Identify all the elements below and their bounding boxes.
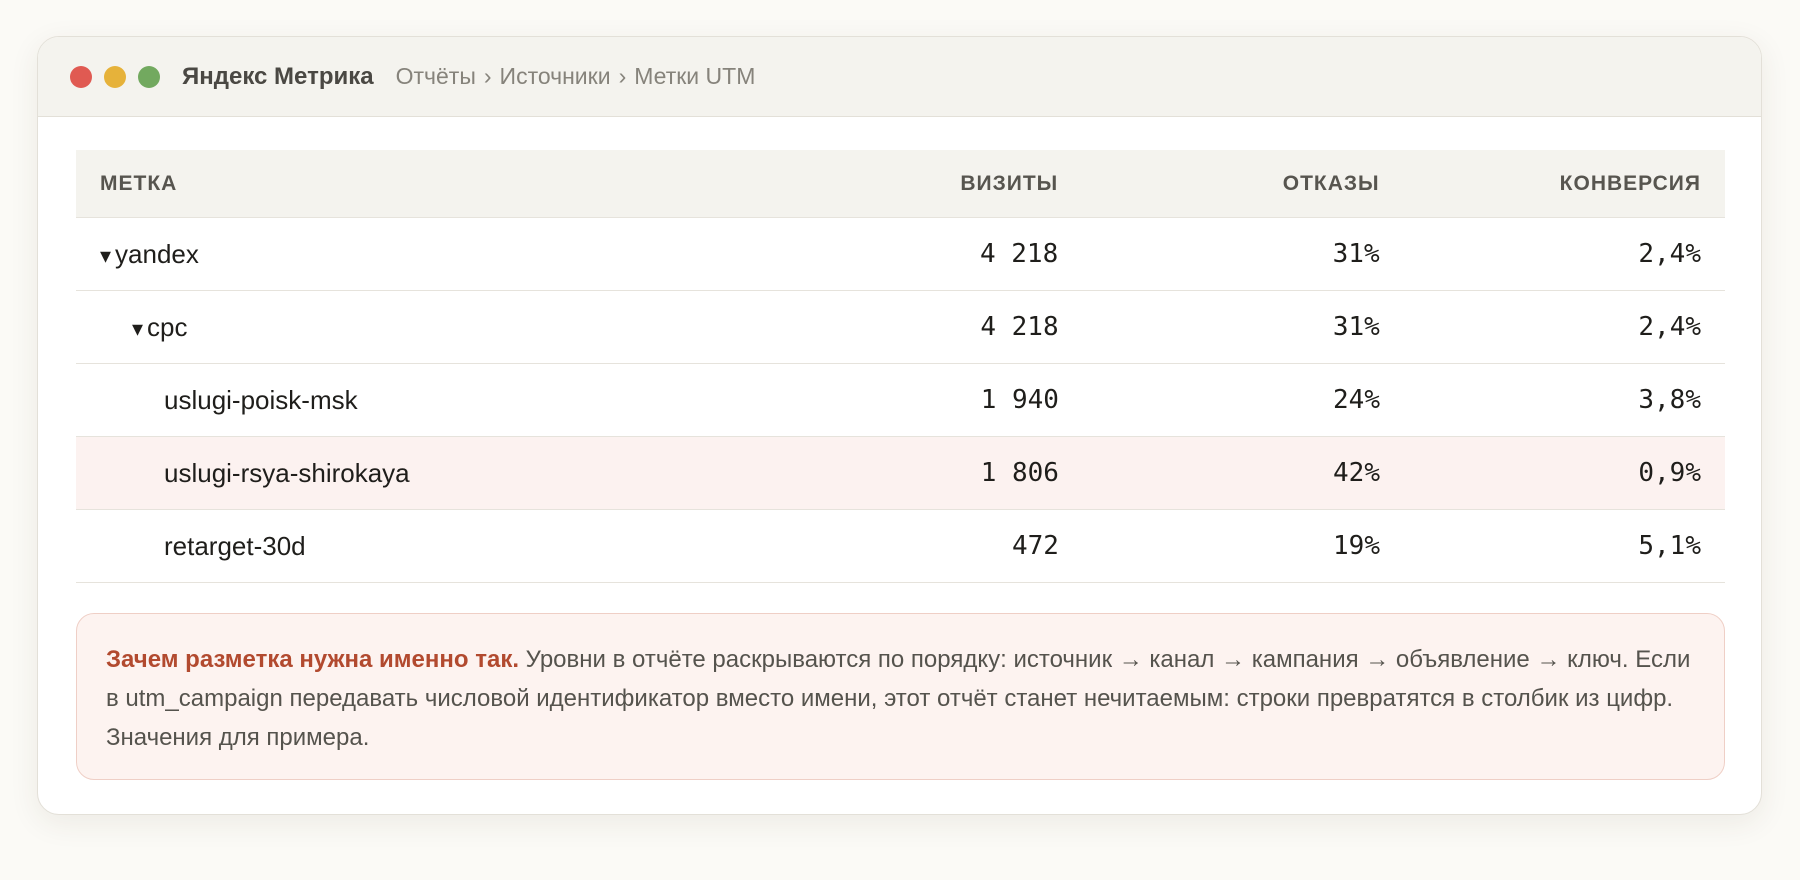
bounce-value: 24% bbox=[1333, 385, 1380, 415]
maximize-window-button[interactable] bbox=[138, 65, 160, 88]
bounce-value: 31% bbox=[1332, 312, 1380, 342]
bounce-value: 19% bbox=[1333, 531, 1380, 561]
conversion-value: 0,9% bbox=[1638, 458, 1701, 488]
conversion-value: 2,4% bbox=[1638, 312, 1702, 342]
table-row[interactable]: ▾ yandex 4 218 31% 2,4% bbox=[76, 218, 1725, 291]
minimize-window-button[interactable] bbox=[104, 65, 126, 88]
info-note: Зачем разметка нужна именно так. Уровни … bbox=[76, 613, 1725, 780]
expand-caret-icon[interactable]: ▾ bbox=[100, 243, 111, 268]
close-window-button[interactable] bbox=[70, 65, 92, 88]
app-title: Яндекс Метрика bbox=[182, 62, 374, 90]
table-row[interactable]: ▾ cpc 4 218 31% 2,4% bbox=[76, 291, 1725, 364]
breadcrumb: Отчёты › Источники › Метки UTM bbox=[396, 63, 756, 90]
table-row-highlighted[interactable]: uslugi-rsya-shirokaya 1 806 42% 0,9% bbox=[76, 437, 1725, 510]
table-header: МЕТКА ВИЗИТЫ ОТКАЗЫ КОНВЕРСИЯ bbox=[76, 150, 1725, 218]
visits-value: 472 bbox=[1012, 531, 1059, 561]
visits-value: 1 806 bbox=[980, 458, 1059, 488]
conversion-value: 3,8% bbox=[1638, 385, 1701, 415]
visits-value: 1 940 bbox=[980, 385, 1059, 415]
breadcrumb-item-utm: Метки UTM bbox=[634, 63, 756, 89]
column-header-conversion[interactable]: КОНВЕРСИЯ bbox=[1380, 172, 1701, 196]
row-label-text: yandex bbox=[115, 238, 199, 269]
bounce-value: 42% bbox=[1333, 458, 1380, 488]
visits-value: 4 218 bbox=[980, 312, 1059, 342]
column-header-visits[interactable]: ВИЗИТЫ bbox=[747, 172, 1059, 196]
row-label-text: uslugi-poisk-msk bbox=[164, 384, 358, 415]
visits-value: 4 218 bbox=[979, 239, 1059, 269]
title-bar: Яндекс Метрика Отчёты › Источники › Метки UT… bbox=[38, 37, 1761, 117]
row-label: ▾ cpc bbox=[100, 312, 747, 343]
row-label: ▾ yandex bbox=[100, 239, 747, 270]
breadcrumb-separator: › bbox=[618, 63, 627, 89]
table-row[interactable]: retarget-30d 472 19% 5,1% bbox=[76, 510, 1725, 583]
breadcrumb-separator: › bbox=[483, 63, 492, 89]
expand-caret-icon[interactable]: ▾ bbox=[132, 316, 143, 341]
row-label-text: retarget-30d bbox=[164, 530, 306, 561]
column-header-bounce[interactable]: ОТКАЗЫ bbox=[1058, 172, 1379, 196]
breadcrumb-item-reports[interactable]: Отчёты bbox=[396, 63, 476, 89]
utm-table: МЕТКА ВИЗИТЫ ОТКАЗЫ КОНВЕРСИЯ ▾ yandex 4 … bbox=[76, 150, 1725, 583]
table-row[interactable]: uslugi-poisk-msk 1 940 24% 3,8% bbox=[76, 364, 1725, 437]
conversion-value: 5,1% bbox=[1638, 531, 1701, 561]
bounce-value: 31% bbox=[1332, 239, 1380, 269]
column-header-label[interactable]: МЕТКА bbox=[100, 172, 747, 196]
row-label-text: uslugi-rsya-shirokaya bbox=[164, 457, 410, 488]
conversion-value: 2,4% bbox=[1638, 239, 1701, 269]
breadcrumb-item-sources[interactable]: Источники bbox=[500, 63, 611, 89]
note-lead: Зачем разметка нужна именно так. bbox=[106, 646, 519, 673]
row-label-text: cpc bbox=[147, 311, 188, 342]
app-window: Яндекс Метрика Отчёты › Источники › Метки UT… bbox=[37, 36, 1762, 815]
